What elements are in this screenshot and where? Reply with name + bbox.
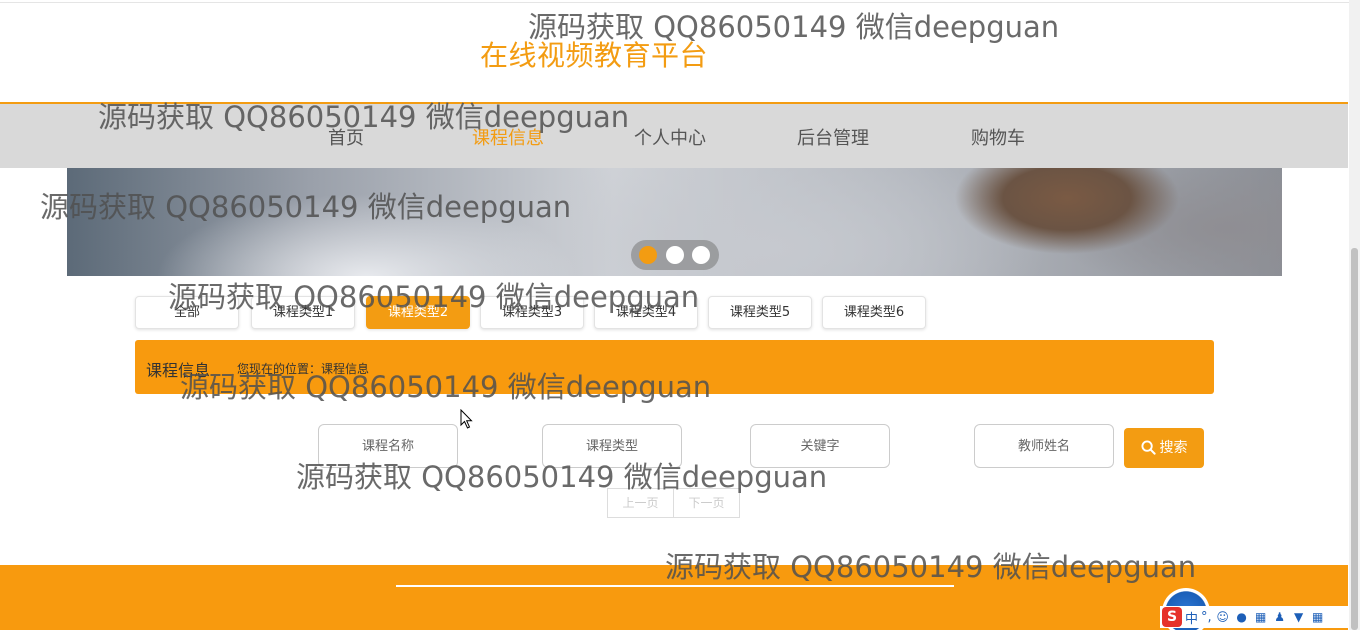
category-type1-button[interactable]: 课程类型1: [251, 296, 355, 329]
search-button[interactable]: 搜索: [1124, 428, 1204, 468]
teacher-name-input[interactable]: [974, 424, 1114, 468]
next-page-button[interactable]: 下一页: [673, 488, 740, 518]
page: 在线视频教育平台 首页 课程信息 个人中心 后台管理 购物车 全部 课程类型1 …: [0, 0, 1360, 630]
window-top-border: [0, 0, 1360, 3]
category-type5-button[interactable]: 课程类型5: [708, 296, 812, 329]
emoji-icon[interactable]: ☺: [1215, 609, 1231, 625]
section-title: 课程信息: [146, 361, 211, 380]
search-button-label: 搜索: [1159, 440, 1188, 456]
course-name-input[interactable]: [318, 424, 458, 468]
keyboard-icon[interactable]: ▦: [1253, 609, 1269, 625]
category-type3-button[interactable]: 课程类型3: [480, 296, 584, 329]
site-title: 在线视频教育平台: [480, 39, 709, 72]
keyword-input[interactable]: [750, 424, 890, 468]
course-info-bar: 课程信息 您现在的位置：课程信息: [135, 340, 1214, 394]
user-icon[interactable]: ♟: [1272, 609, 1288, 625]
ime-bar: S 中 °, ☺ ● ▦ ♟ ▼ ▦: [1160, 606, 1348, 628]
ime-punct-label[interactable]: °,: [1201, 610, 1212, 625]
category-all-button[interactable]: 全部: [135, 296, 239, 329]
scrollbar-thumb[interactable]: [1351, 248, 1358, 630]
nav-item-cart[interactable]: 购物车: [971, 124, 1025, 150]
main-nav: 首页 课程信息 个人中心 后台管理 购物车: [0, 102, 1348, 168]
nav-item-personal-center[interactable]: 个人中心: [634, 124, 706, 150]
nav-item-admin[interactable]: 后台管理: [797, 124, 869, 150]
category-type4-button[interactable]: 课程类型4: [594, 296, 698, 329]
ime-toolbar[interactable]: S 中 °, ☺ ● ▦ ♟ ▼ ▦: [1160, 588, 1348, 630]
carousel-dot-1[interactable]: [639, 246, 657, 264]
course-type-input[interactable]: [542, 424, 682, 468]
microphone-icon[interactable]: ●: [1234, 609, 1250, 625]
skin-icon[interactable]: ▼: [1291, 609, 1307, 625]
category-type2-button[interactable]: 课程类型2: [366, 296, 470, 329]
breadcrumb: 您现在的位置：课程信息: [237, 362, 370, 376]
ime-mode-label[interactable]: 中: [1185, 608, 1198, 627]
grid-menu-icon[interactable]: ▦: [1310, 609, 1326, 625]
mouse-cursor-icon: [460, 409, 473, 429]
page-scrollbar[interactable]: [1349, 0, 1360, 630]
carousel-dot-3[interactable]: [692, 246, 710, 264]
carousel-dot-2[interactable]: [666, 246, 684, 264]
carousel-indicators: [631, 240, 719, 270]
footer-divider: [396, 585, 954, 587]
nav-item-home[interactable]: 首页: [328, 124, 364, 150]
prev-page-button[interactable]: 上一页: [607, 488, 674, 518]
category-type6-button[interactable]: 课程类型6: [822, 296, 926, 329]
nav-item-course-info[interactable]: 课程信息: [472, 124, 544, 150]
footer: [0, 565, 1348, 630]
search-icon: [1140, 440, 1156, 455]
sogou-logo-icon[interactable]: S: [1162, 607, 1182, 627]
pagination: 上一页 下一页: [607, 488, 740, 518]
